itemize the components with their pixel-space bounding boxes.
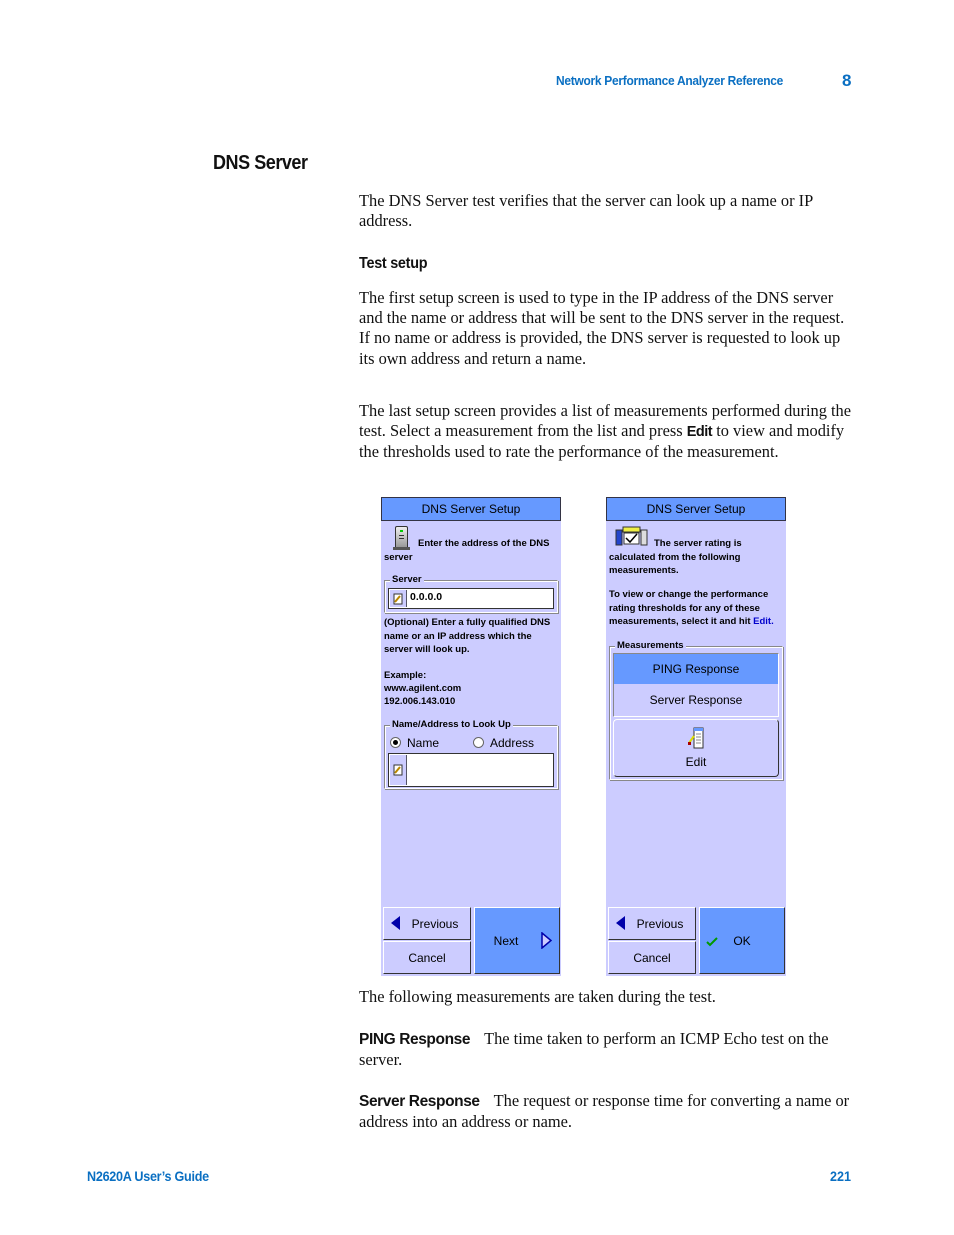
edit-hint: To view or change the performance rating…	[609, 589, 769, 627]
edit-hint-link: Edit.	[753, 616, 774, 627]
subsection-title: Test setup	[359, 255, 428, 272]
next-label: Next	[493, 933, 519, 948]
previous-button[interactable]: Previous	[383, 907, 471, 940]
server-group: Server 0.0.0.0	[384, 573, 558, 613]
chapter-number: 8	[842, 71, 852, 90]
example-line-1: www.agilent.com	[384, 683, 462, 694]
running-header: Network Performance Analyzer Reference 8	[556, 71, 856, 93]
definition-term: Server Response	[359, 1093, 480, 1110]
previous-button[interactable]: Previous	[608, 907, 696, 940]
edit-button[interactable]: Edit	[613, 719, 779, 777]
left-arrow-icon	[391, 916, 400, 930]
next-button[interactable]: Next	[474, 907, 560, 974]
instruction-text: Enter the address of the DNS server	[384, 538, 550, 563]
example-label: Example:	[384, 670, 427, 681]
cancel-button[interactable]: Cancel	[383, 941, 471, 974]
definition-server-response: Server Response The request or response t…	[359, 1091, 854, 1132]
edit-term: Edit	[686, 424, 713, 441]
radio-name-label: Name	[407, 736, 440, 750]
definition-term: PING Response	[359, 1031, 471, 1048]
edit-hint-text: To view or change the performance rating…	[609, 588, 785, 629]
optional-text: (Optional) Enter a fully qualified DNS n…	[384, 617, 551, 655]
screen-title: DNS Server Setup	[381, 497, 561, 521]
radio-address[interactable]: Address	[473, 736, 534, 750]
right-arrow-icon	[541, 932, 552, 949]
radio-unselected-icon[interactable]	[473, 737, 484, 748]
ok-button[interactable]: OK	[699, 907, 785, 974]
footer-page-number: 221	[830, 1168, 852, 1184]
dns-setup-screen-1: DNS Server Setup Enter the address of th…	[381, 497, 561, 976]
previous-label: Previous	[411, 916, 459, 931]
setup-paragraph-1: The first setup screen is used to type i…	[359, 288, 845, 368]
left-arrow-icon	[616, 916, 625, 930]
radio-selected-icon[interactable]	[390, 737, 401, 748]
intro-paragraph: The DNS Server test verifies that the se…	[359, 191, 813, 231]
edit-list-icon	[688, 727, 704, 749]
measurements-label: Measurements	[615, 639, 686, 652]
measurements-list[interactable]: PING Response Server Response	[613, 653, 779, 717]
radio-name[interactable]: Name	[390, 736, 439, 750]
cancel-label: Cancel	[408, 950, 446, 965]
screen-title: DNS Server Setup	[606, 497, 786, 521]
dns-setup-screen-2: DNS Server Setup The server rating is ca…	[606, 497, 786, 976]
measurements-intro: The following measurements are taken dur…	[359, 987, 716, 1006]
previous-label: Previous	[636, 916, 684, 931]
lookup-input[interactable]	[388, 753, 554, 787]
section-title: DNS Server	[213, 152, 308, 174]
lookup-group: Name/Address to Look Up Name Address	[384, 718, 558, 789]
chapter-title: Network Performance Analyzer Reference	[556, 73, 784, 88]
checkmark-icon	[706, 937, 718, 947]
edit-pencil-icon[interactable]	[390, 590, 407, 607]
lookup-group-label: Name/Address to Look Up	[390, 718, 513, 731]
definition-ping-response: PING Response The time taken to perform a…	[359, 1029, 854, 1070]
measurements-group: Measurements PING Response Server Respon…	[609, 639, 783, 780]
rating-text: The server rating is calculated from the…	[609, 538, 742, 576]
list-item-server-response[interactable]: Server Response	[614, 685, 778, 715]
list-item-ping-response[interactable]: PING Response	[614, 654, 778, 684]
edit-label: Edit	[685, 755, 707, 769]
radio-address-label: Address	[490, 736, 535, 750]
server-address-value: 0.0.0.0	[410, 591, 443, 603]
edit-pencil-icon[interactable]	[390, 755, 407, 785]
cancel-button[interactable]: Cancel	[608, 941, 696, 974]
example-line-2: 192.006.143.010	[384, 696, 456, 707]
ok-label: OK	[733, 933, 751, 948]
setup-paragraph-2: The last setup screen provides a list of…	[359, 401, 854, 463]
server-group-label: Server	[390, 573, 424, 586]
cancel-label: Cancel	[633, 950, 671, 965]
footer-guide-title: N2620A User’s Guide	[87, 1168, 209, 1184]
server-address-input[interactable]: 0.0.0.0	[388, 588, 554, 609]
